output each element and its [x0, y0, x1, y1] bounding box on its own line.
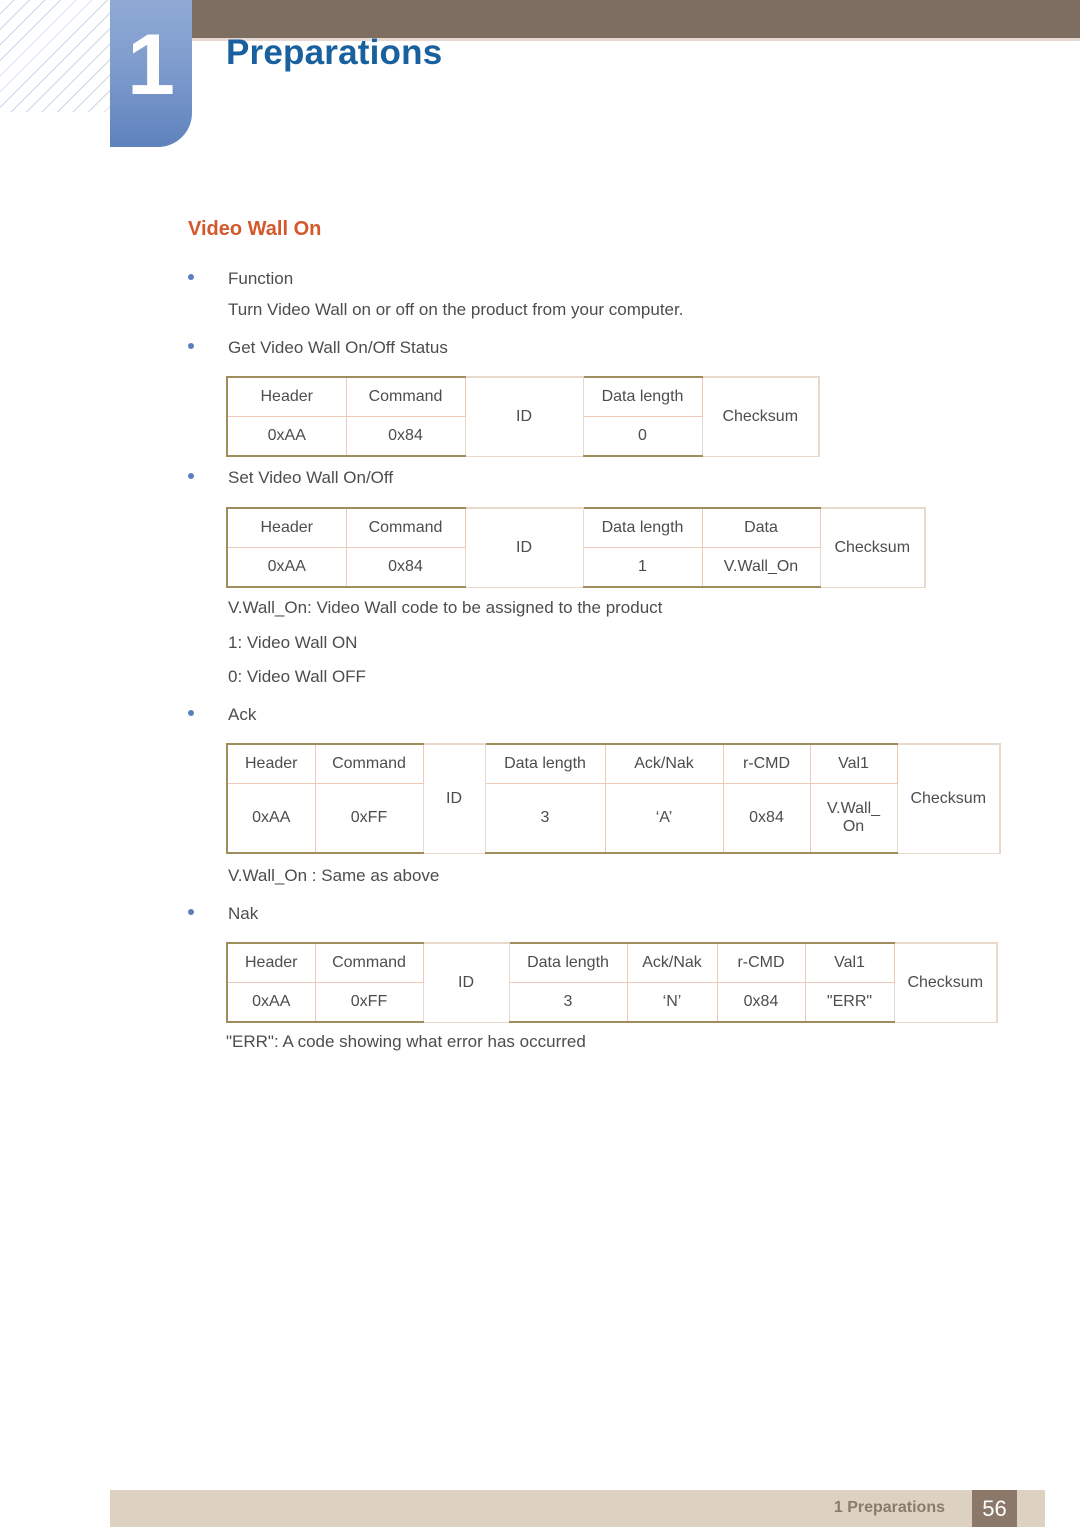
cell-value-header: 0xAA [226, 547, 347, 588]
cell-header-rcmd: r-CMD [722, 743, 811, 784]
bullet-dot-icon [188, 274, 194, 281]
bullet-label: Get Video Wall On/Off Status [228, 337, 448, 357]
bullet-item-get-status: Get Video Wall On/Off Status [188, 337, 448, 358]
chapter-number: 1 [127, 17, 175, 113]
section-heading: Video Wall On [188, 218, 322, 240]
cell-value-header: 0xAA [226, 416, 347, 457]
cell-value-command: 0x84 [345, 547, 466, 588]
cell-id: ID [422, 942, 510, 1023]
bullet-label: Function [228, 268, 294, 288]
note-videowall-off: 0: Video Wall OFF [228, 667, 366, 686]
bullet-item-nak: Nak [188, 903, 258, 924]
cell-header-command: Command [314, 942, 424, 983]
bullet-dot-icon [188, 343, 194, 350]
bullet-item-set: Set Video Wall On/Off [188, 467, 393, 488]
cell-value-command: 0xFF [314, 783, 424, 854]
table-row: 0xAA 0xFF 3 ‘N’ 0x84 "ERR" [226, 982, 997, 1023]
cell-header-header: Header [226, 743, 316, 784]
cell-value-rcmd: 0x84 [722, 783, 811, 854]
cell-header-header: Header [226, 507, 347, 548]
cell-header-header: Header [226, 376, 347, 417]
table-row: Header Command ID Data length Ack/Nak r-… [226, 743, 1001, 854]
cell-value-data: V.Wall_On [701, 547, 821, 588]
bullet-label: Ack [228, 704, 257, 724]
cell-header-data-length: Data length [582, 507, 703, 548]
cell-value-val1: "ERR" [804, 982, 895, 1023]
cell-value-command: 0xFF [314, 982, 424, 1023]
chapter-number-badge: 1 [110, 0, 192, 147]
cell-id: ID [464, 376, 584, 457]
footer-chapter-label: 1 Preparations [833, 1499, 945, 1516]
decorative-hatch-pattern [0, 0, 112, 112]
cell-value-data-length: 3 [484, 783, 606, 854]
cell-header-command: Command [345, 376, 466, 417]
table-set-videowall: Header Command ID Data length Data Check… [226, 507, 926, 588]
function-description: Turn Video Wall on or off on the product… [228, 300, 684, 319]
cell-header-ack-nak: Ack/Nak [626, 942, 718, 983]
cell-checksum: Checksum [701, 376, 820, 457]
table-ack: Header Command ID Data length Ack/Nak r-… [226, 743, 1001, 854]
cell-id: ID [422, 743, 486, 854]
cell-value-data-length: 0 [582, 416, 703, 457]
cell-header-val1: Val1 [809, 743, 898, 784]
table-row: 0xAA 0xFF 3 ‘A’ 0x84 V.Wall_ On [226, 783, 1000, 854]
cell-value-ack-nak: ‘N’ [626, 982, 718, 1023]
table-row: Header Command ID Data length Data Check… [226, 507, 926, 588]
cell-header-rcmd: r-CMD [716, 942, 806, 983]
cell-header-ack-nak: Ack/Nak [604, 743, 724, 784]
table-get-status: Header Command ID Data length Checksum 0… [226, 376, 820, 457]
note-videowall-on: 1: Video Wall ON [228, 633, 358, 652]
cell-header-command: Command [314, 743, 424, 784]
cell-id: ID [464, 507, 584, 588]
table-nak: Header Command ID Data length Ack/Nak r-… [226, 942, 998, 1023]
cell-value-data-length: 1 [582, 547, 703, 588]
cell-header-data: Data [701, 507, 821, 548]
bullet-item-ack: Ack [188, 704, 256, 725]
footer-page-number: 56 [972, 1490, 1017, 1527]
cell-header-command: Command [345, 507, 466, 548]
cell-value-header: 0xAA [226, 982, 316, 1023]
cell-value-val1: V.Wall_ On [809, 783, 898, 854]
cell-value-ack-nak: ‘A’ [604, 783, 724, 854]
note-err-definition: "ERR": A code showing what error has occ… [226, 1032, 586, 1051]
cell-value-data-length: 3 [508, 982, 628, 1023]
cell-checksum: Checksum [896, 743, 1001, 854]
cell-header-data-length: Data length [508, 942, 628, 983]
bullet-dot-icon [188, 909, 194, 916]
cell-header-data-length: Data length [484, 743, 606, 784]
cell-header-header: Header [226, 942, 316, 983]
cell-value-command: 0x84 [345, 416, 466, 457]
bullet-label: Nak [228, 903, 259, 923]
cell-value-header: 0xAA [226, 783, 316, 854]
table-row: Header Command ID Data length Ack/Nak r-… [226, 942, 998, 1023]
note-vwallon-definition: V.Wall_On: Video Wall code to be assigne… [228, 598, 663, 617]
bullet-item-function: Function [188, 268, 293, 289]
cell-header-data-length: Data length [582, 376, 703, 417]
cell-header-val1: Val1 [804, 942, 895, 983]
bullet-dot-icon [188, 710, 194, 717]
bullet-dot-icon [188, 473, 194, 480]
cell-checksum: Checksum [893, 942, 998, 1023]
cell-checksum: Checksum [819, 507, 926, 588]
chapter-title: Preparations [226, 33, 443, 72]
note-same-as-above: V.Wall_On : Same as above [228, 866, 440, 885]
bullet-label: Set Video Wall On/Off [228, 467, 394, 487]
table-row: Header Command ID Data length Checksum [226, 376, 820, 457]
cell-value-rcmd: 0x84 [716, 982, 806, 1023]
